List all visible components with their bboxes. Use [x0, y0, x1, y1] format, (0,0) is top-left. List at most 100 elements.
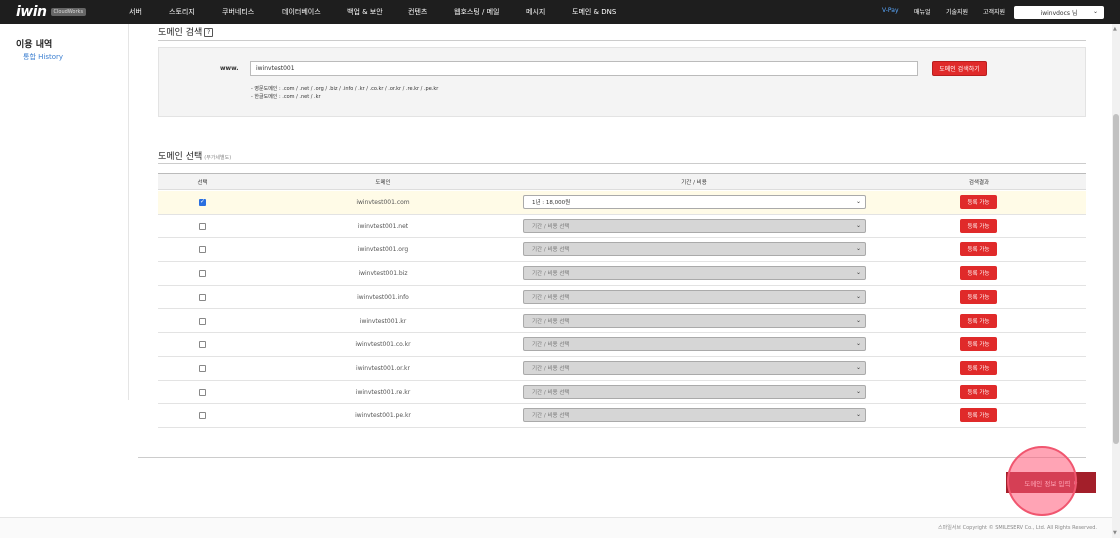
table-header — [158, 173, 1086, 190]
chevron-down-icon: ⌄ — [855, 245, 861, 253]
row-checkbox[interactable] — [199, 364, 206, 372]
row-period-select[interactable]: 기간 / 비용 선택 ⌄ — [523, 242, 866, 257]
row-checkbox[interactable] — [199, 341, 206, 349]
nav-message[interactable]: 메시지 — [526, 7, 545, 17]
search-section-title-text: 도메인 검색 — [158, 28, 203, 38]
row-status-button[interactable]: 등록 가능 — [960, 360, 997, 375]
table-row: iwinvtest001.kr 기간 / 비용 선택 ⌄ 등록 가능 — [158, 310, 1086, 334]
user-dropdown[interactable]: iwinvdocs 님 ⌄ — [1014, 6, 1104, 19]
row-checkbox[interactable] — [199, 222, 206, 230]
table-row: iwinvtest001.or.kr 기간 / 비용 선택 ⌄ 등록 가능 — [158, 357, 1086, 381]
table-row: iwinvtest001.org 기간 / 비용 선택 ⌄ 등록 가능 — [158, 238, 1086, 263]
scroll-down-arrow-icon[interactable]: ▼ — [1113, 530, 1117, 536]
scroll-thumb[interactable] — [1113, 114, 1119, 444]
col-header-domain: 도메인 — [375, 180, 391, 186]
row-status-button[interactable]: 등록 가능 — [960, 266, 997, 281]
row-domain-name: iwinvtest001.co.kr — [355, 341, 411, 349]
util-vpay[interactable]: V-Pay — [882, 7, 899, 14]
chevron-down-icon: ⌄ — [855, 198, 861, 205]
row-period-select[interactable]: 기간 / 비용 선택 ⌄ — [523, 266, 866, 281]
www-label: www. — [220, 65, 239, 72]
chevron-down-icon: ⌄ — [855, 316, 861, 324]
row-domain-name: iwinvtest001.pe.kr — [355, 412, 411, 420]
nav-kubernetes[interactable]: 쿠버네티스 — [222, 7, 254, 17]
double-chevron-right-icon: » — [1073, 478, 1078, 487]
nav-server[interactable]: 서버 — [129, 7, 142, 17]
page-scrollbar[interactable]: ▲ ▼ — [1112, 24, 1120, 538]
table-row: iwinvtest001.net 기간 / 비용 선택 ⌄ 등록 가능 — [158, 215, 1086, 239]
row-period-select[interactable]: 기간 / 비용 선택 ⌄ — [523, 337, 866, 352]
row-domain-name: iwinvtest001.org — [357, 246, 409, 254]
sidebar-item-history[interactable]: 통합 History — [23, 52, 63, 62]
row-period-value: 기간 / 비용 선택 — [532, 318, 570, 325]
row-status-button[interactable]: 등록 가능 — [960, 408, 997, 423]
bottom-divider — [138, 457, 1086, 458]
row-checkbox[interactable] — [199, 270, 206, 278]
row-period-value: 기간 / 비용 선택 — [532, 365, 570, 372]
row-checkbox[interactable] — [199, 388, 206, 396]
user-name: iwinvdocs 님 — [1040, 10, 1078, 17]
row-status-button[interactable]: 등록 가능 — [960, 337, 997, 352]
row-period-select[interactable]: 기간 / 비용 선택 ⌄ — [523, 408, 866, 423]
row-checkbox[interactable] — [199, 246, 206, 254]
table-row: iwinvtest001.co.kr 기간 / 비용 선택 ⌄ 등록 가능 — [158, 333, 1086, 357]
col-header-period: 기간 / 비용 — [681, 180, 707, 186]
row-checkbox[interactable] — [199, 198, 206, 206]
row-period-select[interactable]: 기간 / 비용 선택 ⌄ — [523, 313, 866, 328]
nav-storage[interactable]: 스토리지 — [169, 7, 195, 17]
row-period-select[interactable]: 1년 : 18,000원 ⌄ — [523, 195, 866, 209]
row-domain-name: iwinvtest001.biz — [358, 270, 408, 278]
nav-domain-dns[interactable]: 도메인 & DNS — [572, 7, 616, 17]
row-period-select[interactable]: 기간 / 비용 선택 ⌄ — [523, 384, 866, 399]
chevron-down-icon: ⌄ — [855, 411, 861, 419]
search-box — [158, 47, 1086, 117]
row-period-value: 기간 / 비용 선택 — [532, 223, 570, 230]
note-english-domains: - 영문도메인 : .com / .net / .org / .biz / .i… — [251, 86, 439, 92]
util-manual[interactable]: 매뉴얼 — [914, 7, 931, 16]
help-icon[interactable]: ? — [204, 28, 214, 37]
nav-backup-security[interactable]: 백업 & 보안 — [347, 7, 383, 17]
row-status-button[interactable]: 등록 가능 — [960, 289, 997, 304]
row-status-button[interactable]: 등록 가능 — [960, 218, 997, 233]
util-tech-support[interactable]: 기술지원 — [946, 7, 968, 16]
domain-search-button[interactable]: 도메인 검색하기 — [932, 61, 987, 76]
logo[interactable]: iwin CloudWorks — [16, 3, 87, 21]
row-checkbox[interactable] — [199, 317, 206, 325]
row-checkbox[interactable] — [199, 412, 206, 420]
domain-info-input-button[interactable]: 도메인 정보 입력» — [1006, 472, 1096, 493]
row-period-value: 기간 / 비용 선택 — [532, 342, 570, 349]
row-domain-name: iwinvtest001.com — [356, 199, 410, 206]
row-checkbox[interactable] — [199, 293, 206, 301]
search-section-title: 도메인 검색? — [158, 25, 214, 38]
util-customer-support[interactable]: 고객지원 — [983, 7, 1005, 16]
row-period-value: 기간 / 비용 선택 — [532, 247, 570, 254]
select-section-subtitle: (부가세별도) — [204, 155, 232, 161]
col-header-result: 검색결과 — [968, 180, 990, 186]
nav-contents[interactable]: 컨텐츠 — [408, 7, 427, 17]
row-period-select[interactable]: 기간 / 비용 선택 ⌄ — [523, 289, 866, 304]
col-header-select: 선택 — [197, 180, 208, 186]
row-period-select[interactable]: 기간 / 비용 선택 ⌄ — [523, 360, 866, 375]
chevron-down-icon: ⌄ — [855, 363, 861, 371]
row-period-select[interactable]: 기간 / 비용 선택 ⌄ — [523, 218, 866, 233]
chevron-down-icon: ⌄ — [855, 340, 861, 348]
sidebar-divider — [128, 24, 129, 400]
nav-webhosting-mail[interactable]: 웹호스팅 / 메일 — [454, 7, 499, 17]
nav-database[interactable]: 데이터베이스 — [282, 7, 321, 17]
row-period-value: 기간 / 비용 선택 — [532, 271, 570, 278]
scroll-up-arrow-icon[interactable]: ▲ — [1113, 26, 1117, 32]
row-status-button[interactable]: 등록 가능 — [960, 195, 997, 209]
chevron-down-icon: ⌄ — [855, 292, 861, 300]
table-row: iwinvtest001.pe.kr 기간 / 비용 선택 ⌄ 등록 가능 — [158, 404, 1086, 428]
row-domain-name: iwinvtest001.kr — [359, 317, 407, 325]
logo-text: iwin — [16, 4, 47, 20]
domain-search-input[interactable] — [250, 61, 918, 76]
row-period-value: 기간 / 비용 선택 — [532, 294, 570, 301]
chevron-down-icon: ⌄ — [855, 269, 861, 277]
logo-badge: CloudWorks — [50, 8, 87, 16]
row-status-button[interactable]: 등록 가능 — [960, 242, 997, 257]
row-status-button[interactable]: 등록 가능 — [960, 313, 997, 328]
next-button-label: 도메인 정보 입력 — [1024, 479, 1071, 488]
row-status-button[interactable]: 등록 가능 — [960, 384, 997, 399]
top-nav-bar: iwin CloudWorks 서버 스토리지 쿠버네티스 데이터베이스 백업 … — [0, 0, 1120, 24]
